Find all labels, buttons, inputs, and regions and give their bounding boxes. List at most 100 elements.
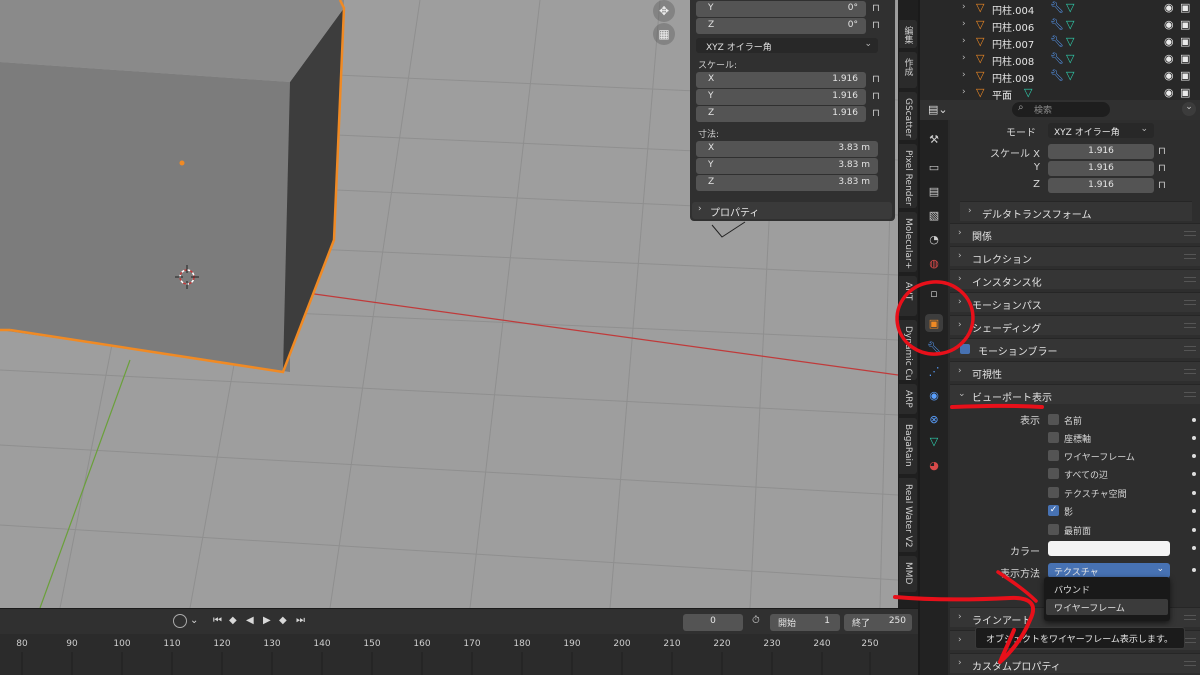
drag-handle-icon[interactable] (1184, 615, 1196, 620)
keying-icon[interactable] (173, 614, 187, 628)
constraints-tab-icon[interactable]: ⊗ (925, 410, 943, 428)
shadow-checkbox[interactable]: ✓ (1048, 505, 1059, 516)
show-axes-checkbox[interactable] (1048, 432, 1059, 443)
dimension-x-field[interactable]: X 3.83 m (696, 141, 878, 157)
jump-start-icon[interactable]: ⏮ (213, 615, 222, 629)
tab-dynamic-cut[interactable]: Dynamic Cut (899, 320, 917, 380)
properties-search-input[interactable]: ⌕ 検索 (1012, 102, 1110, 117)
mesh-data-icon[interactable]: ▽ (1066, 1, 1074, 14)
scale-x-field[interactable]: X 1.916 (696, 72, 866, 88)
drag-handle-icon[interactable] (1184, 300, 1196, 305)
keyframe-dot[interactable] (1192, 568, 1196, 572)
tool-tab-icon[interactable]: ⚒ (925, 130, 943, 148)
collections-panel[interactable]: › コレクション (950, 246, 1200, 266)
outliner-row[interactable]: › ▽ 円柱.004 🔧︎ ▽ ◉ ▣ (920, 0, 1200, 17)
drag-handle-icon[interactable] (1184, 323, 1196, 328)
mesh-data-icon[interactable]: ▽ (1066, 52, 1074, 65)
keyframe-dot[interactable] (1192, 454, 1196, 458)
navigation-orbit-icon[interactable]: ✥ (653, 0, 675, 22)
camera-icon[interactable]: ▣ (1180, 35, 1190, 48)
rotation-mode-select[interactable]: XYZ オイラー角 ⌄ (1048, 123, 1154, 138)
drag-handle-icon[interactable] (1184, 392, 1196, 397)
show-all-edges-checkbox[interactable] (1048, 468, 1059, 479)
object-tab-icon[interactable]: ▣ (925, 314, 943, 332)
lock-icon[interactable]: ⊓ (872, 91, 884, 103)
lock-icon[interactable]: ⊓ (872, 20, 884, 32)
scale-z-field[interactable]: Z 1.916 (696, 106, 866, 122)
dimension-z-field[interactable]: Z 3.83 m (696, 175, 878, 191)
outliner-row[interactable]: › ▽ 円柱.007 🔧︎ ▽ ◉ ▣ (920, 34, 1200, 51)
modifier-wrench-icon[interactable]: 🔧︎ (1050, 69, 1064, 82)
delta-transform-panel[interactable]: › デルタトランスフォーム (960, 201, 1192, 221)
prev-keyframe-icon[interactable]: ◆ (229, 615, 237, 629)
shading-panel[interactable]: › シェーディング (950, 315, 1200, 335)
mesh-data-icon[interactable]: ▽ (1066, 35, 1074, 48)
end-frame-field[interactable]: 終了 250 (844, 614, 912, 631)
tab-molecular[interactable]: Molecular+ (899, 212, 917, 272)
camera-icon[interactable]: ▣ (1180, 86, 1190, 99)
outliner-row[interactable]: › ▽ 平面 ▽ ◉ ▣ (920, 85, 1200, 100)
show-wireframe-checkbox[interactable] (1048, 450, 1059, 461)
scale-y-field[interactable]: Y 1.916 (696, 89, 866, 105)
mesh-data-icon[interactable]: ▽ (1066, 18, 1074, 31)
viewport-display-panel[interactable]: ⌄ ビューポート表示 (950, 384, 1200, 404)
particles-tab-icon[interactable]: ⋰ (925, 362, 943, 380)
relations-panel[interactable]: › 関係 (950, 223, 1200, 243)
tab-mmd[interactable]: MMD (899, 556, 917, 592)
keyframe-dot[interactable] (1192, 472, 1196, 476)
modifier-wrench-icon[interactable]: 🔧︎ (1050, 18, 1064, 31)
camera-icon[interactable]: ▣ (1180, 69, 1190, 82)
keyframe-dot[interactable] (1192, 436, 1196, 440)
lock-icon[interactable]: ⊓ (872, 3, 884, 15)
dimension-y-field[interactable]: Y 3.83 m (696, 158, 878, 174)
camera-icon[interactable]: ▣ (1180, 18, 1190, 31)
expand-arrow-icon[interactable]: › (962, 19, 966, 29)
lock-icon[interactable]: ⊓ (1158, 146, 1170, 158)
tab-edit[interactable]: 編集 (899, 20, 917, 48)
mesh-data-icon[interactable]: ▽ (1066, 69, 1074, 82)
scale-z-field[interactable]: 1.916 (1048, 178, 1154, 193)
jump-end-icon[interactable]: ⏭ (296, 615, 305, 629)
motion-paths-panel[interactable]: › モーションパス (950, 292, 1200, 312)
expand-arrow-icon[interactable]: › (962, 70, 966, 80)
keyframe-dot[interactable] (1192, 546, 1196, 550)
play-icon[interactable]: ▶ (263, 615, 271, 629)
play-reverse-icon[interactable]: ◀ (246, 615, 254, 629)
view-layer-tab-icon[interactable]: ▧ (925, 206, 943, 224)
modifier-wrench-icon[interactable]: 🔧︎ (1050, 52, 1064, 65)
drag-handle-icon[interactable] (1184, 254, 1196, 259)
lock-icon[interactable]: ⊓ (872, 108, 884, 120)
3d-viewport[interactable]: ✥ ▦ Y 0° ⊓ Z 0° ⊓ XYZ オイラー角 ⌄ スケール: X 1.… (0, 0, 898, 608)
eye-icon[interactable]: ◉ (1164, 86, 1174, 99)
in-front-checkbox[interactable] (1048, 524, 1059, 535)
object-data-tab-icon[interactable]: ▽ (925, 432, 943, 450)
rotation-z-field[interactable]: Z 0° (696, 18, 866, 34)
next-keyframe-icon[interactable]: ◆ (279, 615, 287, 629)
scale-y-field[interactable]: 1.916 (1048, 161, 1154, 176)
editor-type-icon[interactable]: ▤⌄ (928, 103, 948, 116)
tab-bagarain[interactable]: BagaRain (899, 418, 917, 474)
collection-tab-icon[interactable]: ▫ (925, 284, 943, 302)
show-texture-space-checkbox[interactable] (1048, 487, 1059, 498)
outliner-row[interactable]: › ▽ 円柱.009 🔧︎ ▽ ◉ ▣ (920, 68, 1200, 85)
motion-blur-panel[interactable]: モーションブラー (950, 338, 1200, 358)
material-tab-icon[interactable]: ◕ (925, 456, 943, 474)
rotation-mode-select[interactable]: XYZ オイラー角 ⌄ (696, 38, 878, 53)
eye-icon[interactable]: ◉ (1164, 35, 1174, 48)
current-frame-field[interactable]: 0 (683, 614, 743, 631)
expand-arrow-icon[interactable]: › (962, 53, 966, 63)
modifier-wrench-icon[interactable]: 🔧︎ (1050, 35, 1064, 48)
outliner-row[interactable]: › ▽ 円柱.006 🔧︎ ▽ ◉ ▣ (920, 17, 1200, 34)
keyframe-dot[interactable] (1192, 418, 1196, 422)
object-color-swatch[interactable] (1048, 541, 1170, 556)
keyframe-dot[interactable] (1192, 491, 1196, 495)
tab-arp[interactable]: ARP (899, 384, 917, 414)
tab-real-water[interactable]: Real Water V2 (899, 478, 917, 552)
instancing-panel[interactable]: › インスタンス化 (950, 269, 1200, 289)
eye-icon[interactable]: ◉ (1164, 52, 1174, 65)
show-name-checkbox[interactable] (1048, 414, 1059, 425)
visibility-panel[interactable]: › 可視性 (950, 361, 1200, 381)
keyframe-dot[interactable] (1192, 528, 1196, 532)
timeline-ruler[interactable]: 80 90 100 110 120 130 140 150 160 170 18… (0, 634, 918, 675)
modifier-tab-icon[interactable]: 🔧︎ (925, 338, 943, 356)
